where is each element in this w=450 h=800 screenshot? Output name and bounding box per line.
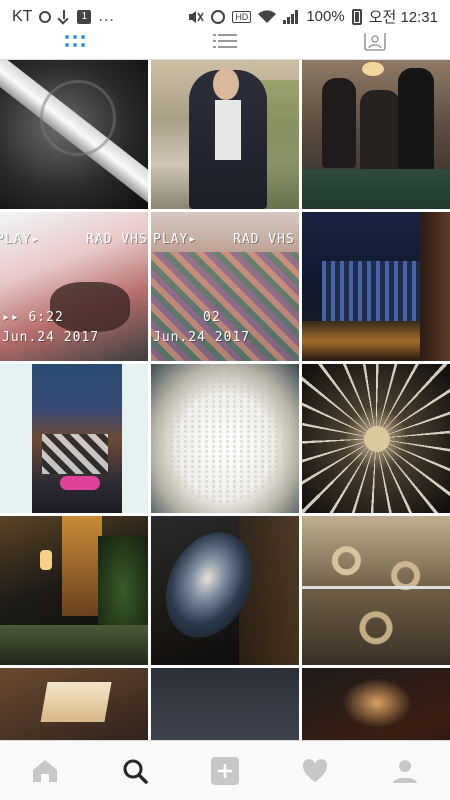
battery-percent: 100%: [306, 8, 345, 25]
app-notification-icon: 1: [77, 9, 92, 24]
vhs-overlay-text: ▸▸ 6:22: [2, 310, 64, 325]
photo-detail: [0, 625, 148, 665]
post-thumbnail[interactable]: PLAY▸ RAD VHS 02 Jun.24 2017: [151, 212, 299, 361]
vhs-overlay-text: Jun.24 2017: [2, 330, 100, 345]
clock: 오전 12:31: [368, 9, 438, 26]
activity-heart-icon: [302, 758, 328, 782]
alarm-icon: [211, 9, 226, 24]
photo-detail: [302, 516, 450, 665]
search-icon: [123, 759, 148, 784]
photo-detail: [398, 68, 434, 178]
photo-detail: [322, 261, 422, 321]
photo-detail: [364, 426, 390, 452]
nav-activity[interactable]: [270, 741, 360, 800]
add-post-icon: [211, 756, 239, 785]
photo-detail: [342, 678, 412, 728]
photo-detail: [40, 682, 112, 722]
status-left: KT 1 ...: [12, 8, 115, 26]
hd-icon: HD: [232, 10, 252, 23]
post-thumbnail[interactable]: [302, 516, 450, 665]
vhs-overlay-text: RAD VHS: [233, 232, 295, 247]
post-thumbnail[interactable]: PLAY▸ RAD VHS ▸▸ 6:22 Jun.24 2017: [0, 212, 148, 361]
nav-search[interactable]: [90, 741, 180, 800]
photo-detail: [62, 516, 102, 616]
tab-list[interactable]: [150, 33, 300, 54]
post-thumbnail[interactable]: [151, 516, 299, 665]
vhs-overlay-text: Jun.24 2017: [153, 330, 251, 345]
list-icon: [213, 33, 237, 48]
posts-grid: PLAY▸ RAD VHS ▸▸ 6:22 Jun.24 2017 PLAY▸ …: [0, 60, 450, 740]
post-thumbnail[interactable]: [0, 516, 148, 665]
status-right: HD 100% 오전 12:31: [188, 6, 438, 27]
photo-detail: [420, 212, 450, 361]
record-icon: [39, 10, 52, 23]
nav-home[interactable]: [0, 741, 90, 800]
signal-icon: [283, 9, 299, 24]
bottom-navigation: [0, 740, 450, 800]
tab-grid[interactable]: [0, 33, 150, 54]
home-icon: [33, 759, 57, 782]
photo-detail: [60, 476, 100, 490]
wifi-icon: [258, 9, 277, 23]
photo-detail: [302, 169, 450, 209]
photo-detail: [360, 90, 400, 170]
post-thumbnail[interactable]: [302, 364, 450, 513]
photo-detail: [362, 62, 384, 76]
download-icon: [58, 9, 70, 24]
nav-add-post[interactable]: [180, 741, 270, 800]
post-thumbnail[interactable]: [0, 668, 148, 740]
photo-detail: [40, 550, 52, 570]
vhs-overlay-text: RAD VHS: [86, 232, 148, 247]
grid-icon: [65, 34, 85, 47]
vhs-overlay-text: 02: [203, 310, 221, 325]
vhs-overlay-text: PLAY▸: [153, 232, 198, 247]
photo-detail: [322, 78, 356, 168]
post-thumbnail[interactable]: [0, 60, 148, 209]
post-thumbnail[interactable]: [151, 668, 299, 740]
photo-detail: [213, 68, 239, 100]
post-thumbnail[interactable]: [302, 60, 450, 209]
post-thumbnail[interactable]: [0, 364, 148, 513]
photo-detail: [215, 100, 241, 160]
tagged-person-icon: [364, 33, 386, 51]
profile-icon: [393, 759, 417, 783]
photo-detail: [302, 586, 450, 589]
post-thumbnail[interactable]: [302, 212, 450, 361]
carrier-label: KT: [12, 7, 33, 25]
more-notifications-icon: ...: [98, 7, 115, 25]
profile-tab-strip: [0, 33, 450, 60]
status-bar: KT 1 ... HD 100% 오전 12:31: [0, 0, 450, 33]
post-thumbnail[interactable]: [151, 60, 299, 209]
photo-detail: [161, 374, 289, 503]
mute-icon: [189, 10, 204, 23]
tab-tagged[interactable]: [300, 33, 450, 54]
post-thumbnail[interactable]: [302, 668, 450, 740]
battery-icon: [351, 8, 362, 25]
nav-profile[interactable]: [360, 741, 450, 800]
photo-detail: [42, 434, 108, 474]
post-thumbnail[interactable]: [151, 364, 299, 513]
vhs-overlay-text: PLAY▸: [0, 232, 41, 247]
